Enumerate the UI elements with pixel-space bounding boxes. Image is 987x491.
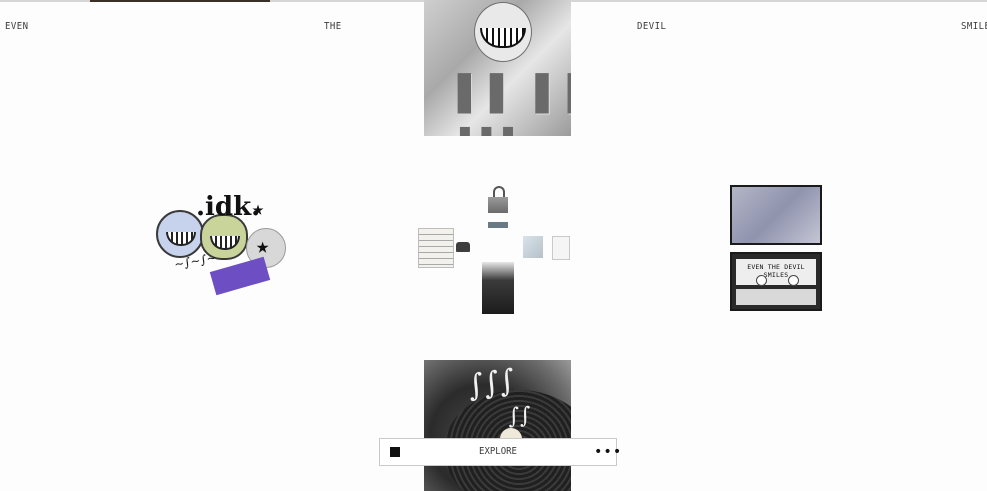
idk-sticker-text: .idk. [196,192,261,222]
cassette-tape[interactable]: EVEN THE DEVIL SMILES [730,252,822,311]
handwritten-scrawl: ∫∫∫ [465,362,518,405]
stop-icon[interactable] [390,447,400,457]
title-word-the: THE [324,21,342,32]
portrait-thumbnail[interactable] [482,262,514,314]
video-screen-thumbnail[interactable] [730,185,822,245]
gallery-photo-bottom[interactable]: ∫∫∫ ∫∫ [424,360,571,491]
reel-icon [788,275,799,286]
grin-icon [166,232,196,246]
title-word-devil: DEVIL [637,21,667,32]
explore-button[interactable]: EXPLORE [446,446,550,457]
grin-icon [210,236,240,250]
photo-shirt-lettering: ▌▌▐▐ [458,74,571,114]
star-icon: ★ [256,234,270,259]
more-dots-icon[interactable]: ••• [594,444,622,460]
card-thumbnail[interactable] [552,236,570,260]
mini-bar-item[interactable] [488,222,508,228]
purple-sticker [209,256,271,296]
cassette-bottom-strip [736,289,816,305]
bottom-control-bar: EXPLORE ••• [379,438,621,466]
reel-icon [756,275,767,286]
title-word-even: EVEN [5,21,29,32]
cassette-label-text: EVEN THE DEVIL SMILES [747,263,805,279]
handwritten-scrawl-2: ∫∫ [507,403,532,430]
top-line-accent [90,0,270,2]
photo-thumbnail-small[interactable] [523,236,543,258]
document-thumbnail[interactable] [418,228,454,268]
sticker-cluster[interactable]: .idk. ★ ★ ~∫~∫~ [154,192,288,302]
photo-shirt-lettering-2: ▪▪▪ [458,118,523,136]
title-word-smiles: SMILES [961,21,987,32]
cassette-label: EVEN THE DEVIL SMILES [736,259,816,286]
padlock-icon[interactable] [488,186,508,214]
padlock-body [488,197,508,213]
phone-icon[interactable] [456,242,470,252]
gallery-photo-top[interactable]: ▌▌▐▐ ▪▪▪ [424,0,571,136]
star-icon: ★ [252,196,265,220]
